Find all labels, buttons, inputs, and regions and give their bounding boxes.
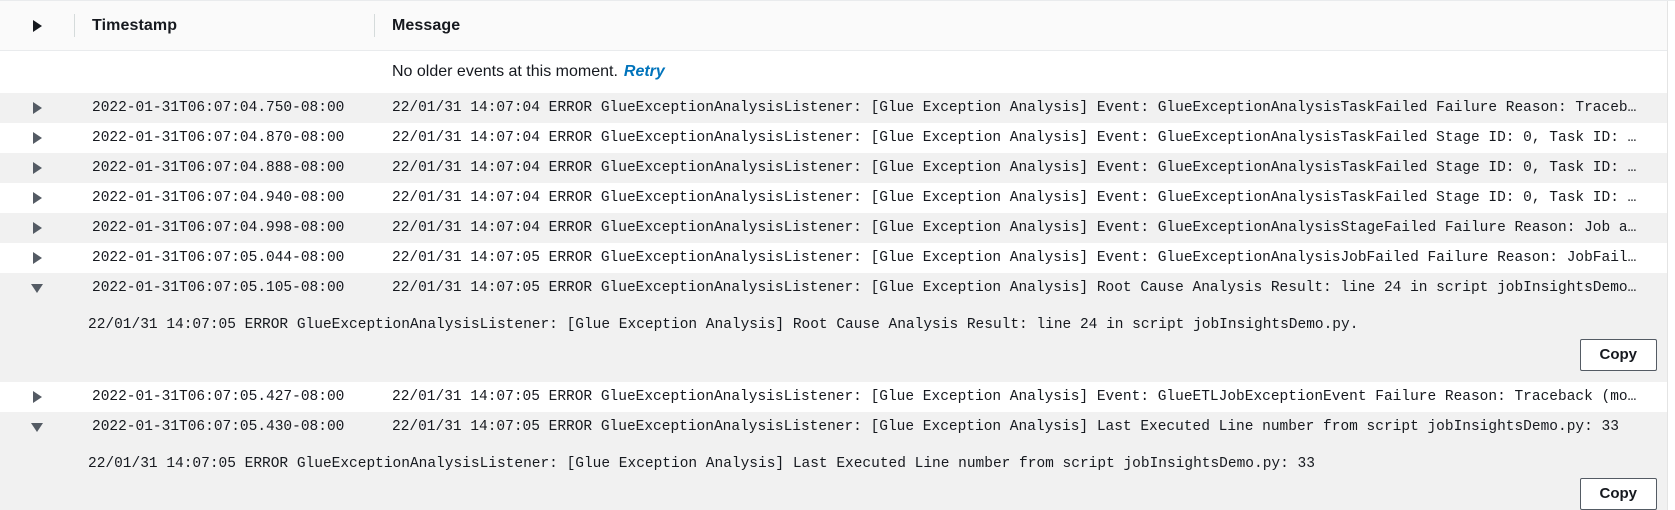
row-expand-toggle[interactable]: [0, 213, 74, 243]
table-header-row: Timestamp Message: [0, 1, 1675, 51]
row-message-cell: 22/01/31 14:07:05 ERROR GlueExceptionAna…: [374, 382, 1675, 412]
row-timestamp-cell: 2022-01-31T06:07:05.044-08:00: [74, 243, 374, 273]
row-timestamp-cell: 2022-01-31T06:07:05.430-08:00: [74, 412, 374, 442]
row-message-value: 22/01/31 14:07:04 ERROR GlueExceptionAna…: [392, 160, 1637, 176]
row-expand-toggle[interactable]: [0, 123, 74, 153]
log-events-table: Timestamp Message No older events at thi…: [0, 0, 1675, 510]
row-message-cell: 22/01/31 14:07:05 ERROR GlueExceptionAna…: [374, 243, 1675, 273]
caret-right-icon: [32, 252, 42, 264]
row-timestamp-cell: 2022-01-31T06:07:05.427-08:00: [74, 382, 374, 412]
row-detail-text: 22/01/31 14:07:05 ERROR GlueExceptionAna…: [88, 317, 1359, 333]
table-row[interactable]: 2022-01-31T06:07:05.427-08:00 22/01/31 14…: [0, 382, 1675, 412]
caret-right-icon: [32, 19, 42, 32]
row-expand-toggle[interactable]: [0, 153, 74, 183]
row-expand-toggle[interactable]: [0, 382, 74, 412]
row-message-value: 22/01/31 14:07:05 ERROR GlueExceptionAna…: [392, 280, 1637, 296]
row-timestamp-value: 2022-01-31T06:07:04.998-08:00: [92, 220, 345, 236]
no-older-events-row: No older events at this moment. Retry: [0, 51, 1675, 93]
copy-button[interactable]: Copy: [1579, 339, 1657, 371]
copy-button[interactable]: Copy: [1579, 478, 1657, 510]
column-header-timestamp[interactable]: Timestamp: [74, 1, 374, 50]
row-message-cell: 22/01/31 14:07:04 ERROR GlueExceptionAna…: [374, 93, 1675, 123]
table-row[interactable]: 2022-01-31T06:07:04.750-08:00 22/01/31 14…: [0, 93, 1675, 123]
row-expand-toggle[interactable]: [0, 183, 74, 213]
row-timestamp-value: 2022-01-31T06:07:05.044-08:00: [92, 250, 345, 266]
row-expand-toggle[interactable]: [0, 243, 74, 273]
vertical-scrollbar[interactable]: [1667, 1, 1675, 510]
table-row[interactable]: 2022-01-31T06:07:04.998-08:00 22/01/31 14…: [0, 213, 1675, 243]
caret-right-icon: [32, 162, 42, 174]
caret-right-icon: [32, 102, 42, 114]
table-row[interactable]: 2022-01-31T06:07:05.430-08:00 22/01/31 14…: [0, 412, 1675, 442]
table-row[interactable]: 2022-01-31T06:07:05.044-08:00 22/01/31 14…: [0, 243, 1675, 273]
row-message-cell: 22/01/31 14:07:04 ERROR GlueExceptionAna…: [374, 213, 1675, 243]
table-row[interactable]: 2022-01-31T06:07:05.105-08:00 22/01/31 14…: [0, 273, 1675, 303]
row-message-value: 22/01/31 14:07:05 ERROR GlueExceptionAna…: [392, 389, 1637, 405]
row-timestamp-value: 2022-01-31T06:07:04.750-08:00: [92, 100, 345, 116]
notice-timestamp-spacer: [74, 51, 374, 93]
row-timestamp-cell: 2022-01-31T06:07:04.870-08:00: [74, 123, 374, 153]
expand-all-toggle[interactable]: [0, 1, 74, 50]
row-detail-actions: Copy: [0, 339, 1675, 382]
column-header-message[interactable]: Message: [374, 1, 1675, 50]
caret-right-icon: [32, 391, 42, 403]
table-row[interactable]: 2022-01-31T06:07:04.940-08:00 22/01/31 14…: [0, 183, 1675, 213]
row-timestamp-cell: 2022-01-31T06:07:04.998-08:00: [74, 213, 374, 243]
row-message-cell: 22/01/31 14:07:04 ERROR GlueExceptionAna…: [374, 153, 1675, 183]
row-detail-text: 22/01/31 14:07:05 ERROR GlueExceptionAna…: [88, 456, 1315, 472]
row-message-cell: 22/01/31 14:07:04 ERROR GlueExceptionAna…: [374, 183, 1675, 213]
caret-right-icon: [32, 222, 42, 234]
row-timestamp-cell: 2022-01-31T06:07:04.750-08:00: [74, 93, 374, 123]
row-message-value: 22/01/31 14:07:04 ERROR GlueExceptionAna…: [392, 190, 1637, 206]
column-header-message-label: Message: [392, 16, 461, 34]
notice-toggle-spacer: [0, 51, 74, 93]
row-message-cell: 22/01/31 14:07:04 ERROR GlueExceptionAna…: [374, 123, 1675, 153]
row-timestamp-cell: 2022-01-31T06:07:04.940-08:00: [74, 183, 374, 213]
row-detail-panel: 22/01/31 14:07:05 ERROR GlueExceptionAna…: [0, 442, 1675, 510]
row-timestamp-value: 2022-01-31T06:07:04.888-08:00: [92, 160, 345, 176]
caret-down-icon: [31, 283, 43, 293]
row-detail-actions: Copy: [0, 478, 1675, 510]
caret-right-icon: [32, 192, 42, 204]
table-row[interactable]: 2022-01-31T06:07:04.888-08:00 22/01/31 14…: [0, 153, 1675, 183]
retry-link[interactable]: Retry: [624, 63, 665, 81]
notice-message-cell: No older events at this moment. Retry: [374, 51, 1675, 93]
row-message-value: 22/01/31 14:07:05 ERROR GlueExceptionAna…: [392, 250, 1637, 266]
row-timestamp-value: 2022-01-31T06:07:05.430-08:00: [92, 419, 345, 435]
caret-right-icon: [32, 132, 42, 144]
row-message-value: 22/01/31 14:07:04 ERROR GlueExceptionAna…: [392, 220, 1637, 236]
table-body: 2022-01-31T06:07:04.750-08:00 22/01/31 14…: [0, 93, 1675, 510]
column-header-timestamp-label: Timestamp: [92, 16, 178, 34]
row-timestamp-value: 2022-01-31T06:07:04.870-08:00: [92, 130, 345, 146]
no-older-events-text: No older events at this moment.: [392, 63, 618, 80]
row-message-value: 22/01/31 14:07:04 ERROR GlueExceptionAna…: [392, 100, 1637, 116]
row-timestamp-value: 2022-01-31T06:07:04.940-08:00: [92, 190, 345, 206]
caret-down-icon: [31, 422, 43, 432]
row-message-cell: 22/01/31 14:07:05 ERROR GlueExceptionAna…: [374, 412, 1675, 442]
row-message-value: 22/01/31 14:07:04 ERROR GlueExceptionAna…: [392, 130, 1637, 146]
row-timestamp-cell: 2022-01-31T06:07:04.888-08:00: [74, 153, 374, 183]
row-message-cell: 22/01/31 14:07:05 ERROR GlueExceptionAna…: [374, 273, 1675, 303]
row-expand-toggle[interactable]: [0, 93, 74, 123]
row-expand-toggle[interactable]: [0, 412, 74, 442]
row-timestamp-value: 2022-01-31T06:07:05.105-08:00: [92, 280, 345, 296]
table-row[interactable]: 2022-01-31T06:07:04.870-08:00 22/01/31 14…: [0, 123, 1675, 153]
row-timestamp-cell: 2022-01-31T06:07:05.105-08:00: [74, 273, 374, 303]
row-detail-panel: 22/01/31 14:07:05 ERROR GlueExceptionAna…: [0, 303, 1675, 382]
row-expand-toggle[interactable]: [0, 273, 74, 303]
row-timestamp-value: 2022-01-31T06:07:05.427-08:00: [92, 389, 345, 405]
row-message-value: 22/01/31 14:07:05 ERROR GlueExceptionAna…: [392, 419, 1619, 435]
